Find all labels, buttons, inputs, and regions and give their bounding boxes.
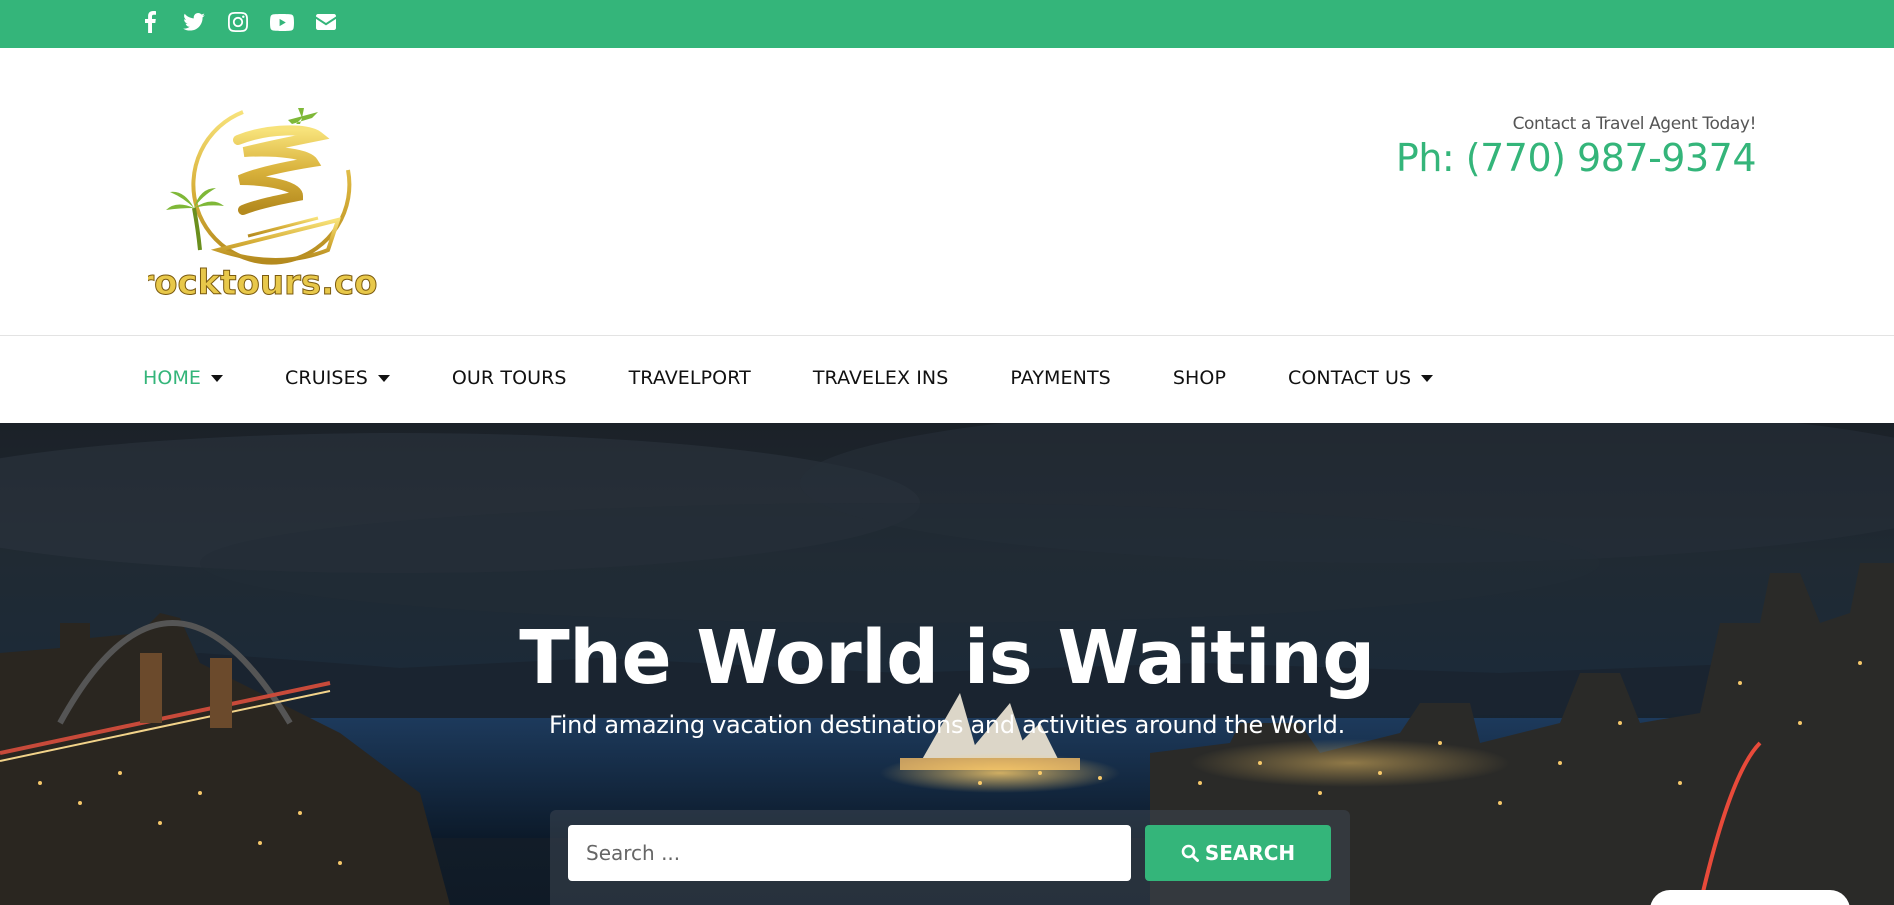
social-links xyxy=(138,10,338,34)
nav-item-label: OUR TOURS xyxy=(451,367,567,389)
search-button-label: SEARCH xyxy=(1204,841,1296,865)
nav-item-label: TRAVELEX INS xyxy=(812,367,949,389)
facebook-icon[interactable] xyxy=(138,10,162,34)
contact-tagline: Contact a Travel Agent Today! xyxy=(1512,114,1757,134)
hero-subtitle: Find amazing vacation destinations and a… xyxy=(549,711,1345,739)
nav-item-label: CONTACT US xyxy=(1288,367,1412,389)
nav-item-cruises[interactable]: CRUISES xyxy=(285,367,390,389)
instagram-icon[interactable] xyxy=(226,10,250,34)
phone-number[interactable]: Ph: (770) 987-9374 xyxy=(1396,136,1757,180)
search-icon xyxy=(1181,844,1199,862)
nav-item-label: PAYMENTS xyxy=(1010,367,1111,389)
nav-item-label: TRAVELPORT xyxy=(628,367,751,389)
nav-item-contact-us[interactable]: CONTACT US xyxy=(1288,367,1434,389)
youtube-icon[interactable] xyxy=(270,10,294,34)
nav-item-label: SHOP xyxy=(1172,367,1227,389)
search-input[interactable] xyxy=(568,825,1131,881)
nav-item-home[interactable]: HOME xyxy=(143,367,224,389)
top-social-bar xyxy=(0,0,1894,48)
main-nav: HOME CRUISES OUR TOURS TRAVELPORT TRAVEL… xyxy=(0,337,1894,423)
nav-item-shop[interactable]: SHOP xyxy=(1173,367,1226,389)
envelope-icon[interactable] xyxy=(314,10,338,34)
logo-text: brocktours.com xyxy=(148,263,378,300)
caret-down-icon xyxy=(1421,374,1434,382)
nav-item-travelport[interactable]: TRAVELPORT xyxy=(629,367,751,389)
site-header: brocktours.com Contact a Travel Agent To… xyxy=(0,48,1894,336)
nav-item-label: CRUISES xyxy=(285,367,368,389)
caret-down-icon xyxy=(377,374,390,382)
hero-banner: The World is Waiting Find amazing vacati… xyxy=(0,423,1894,905)
nav-item-travelex-ins[interactable]: TRAVELEX INS xyxy=(813,367,949,389)
corner-widget[interactable] xyxy=(1650,890,1850,905)
nav-item-payments[interactable]: PAYMENTS xyxy=(1010,367,1110,389)
caret-down-icon xyxy=(211,374,224,382)
nav-item-our-tours[interactable]: OUR TOURS xyxy=(452,367,567,389)
search-panel: SEARCH xyxy=(550,810,1350,905)
search-button[interactable]: SEARCH xyxy=(1145,825,1331,881)
contact-block: Contact a Travel Agent Today! Ph: (770) … xyxy=(1396,114,1757,180)
site-logo[interactable]: brocktours.com xyxy=(113,100,413,340)
twitter-icon[interactable] xyxy=(182,10,206,34)
hero-title: The World is Waiting xyxy=(519,615,1375,701)
nav-item-label: HOME xyxy=(143,367,202,389)
